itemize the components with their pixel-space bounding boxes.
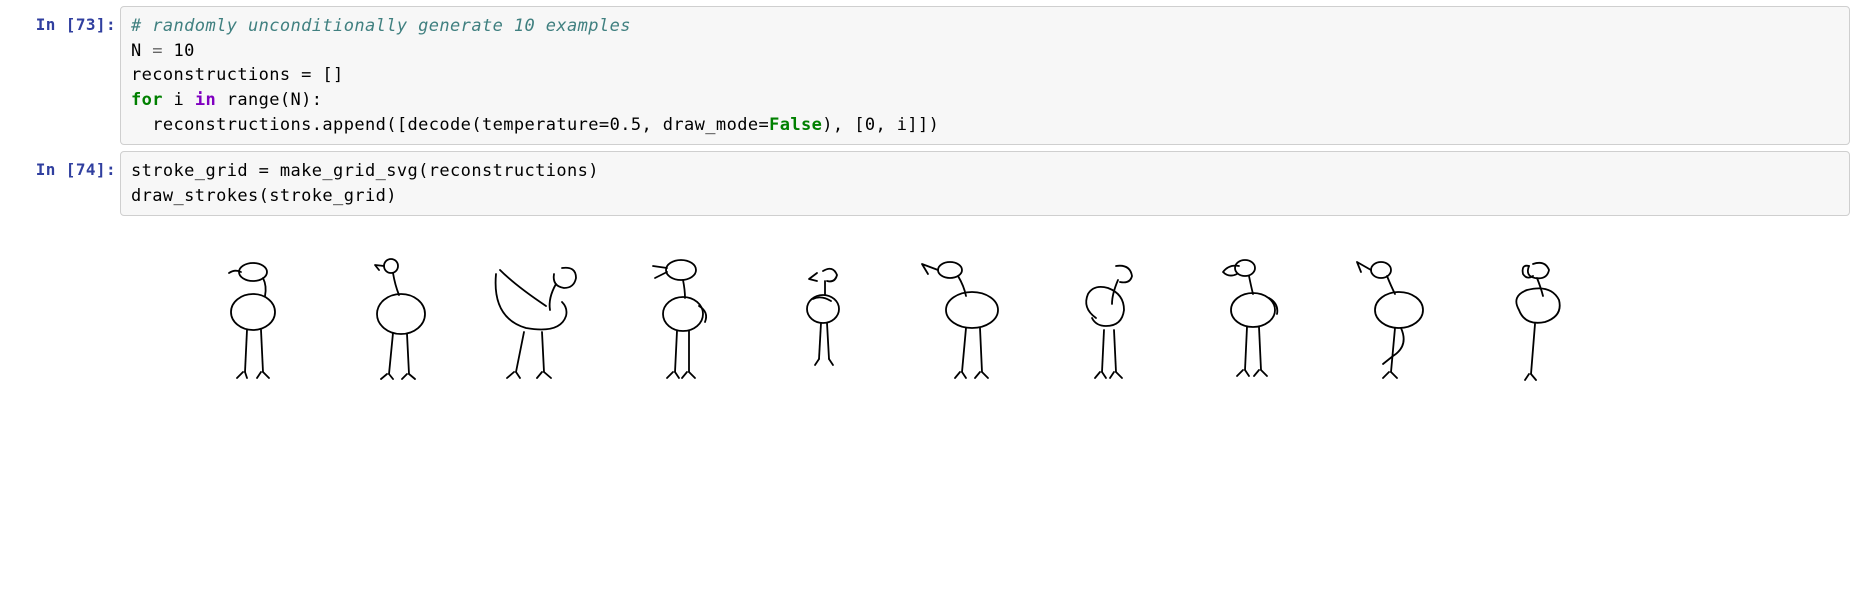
notebook: In [73]: # randomly unconditionally gene… <box>0 6 1860 404</box>
flamingo-svg-2 <box>347 254 447 384</box>
code-text-74: stroke_grid = make_grid_svg(reconstructi… <box>131 159 1839 208</box>
flamingo-svg-4 <box>631 254 731 384</box>
code-token: = <box>142 41 174 61</box>
sketch-flamingo-8 <box>1184 244 1314 394</box>
sketch-flamingo-2 <box>332 244 462 394</box>
flamingo-svg-3 <box>484 254 594 384</box>
sketch-flamingo-5 <box>758 244 888 394</box>
code-token-false: False <box>769 115 822 135</box>
code-token: reconstructions.append([decode(temperatu… <box>131 115 610 135</box>
output-area <box>120 224 1860 404</box>
sketch-flamingo-9 <box>1326 244 1456 394</box>
code-token: range(N): <box>216 90 322 110</box>
prompt-suffix: ]: <box>96 15 116 34</box>
prompt-prefix: In [ <box>36 160 76 179</box>
input-prompt-74: In [74]: <box>0 151 120 189</box>
code-token: 10 <box>174 41 195 61</box>
code-text-73: # randomly unconditionally generate 10 e… <box>131 14 1839 137</box>
prompt-number: 73 <box>76 15 96 34</box>
code-token: , i]]) <box>875 115 939 135</box>
input-prompt-73: In [73]: <box>0 6 120 44</box>
sketch-flamingo-6 <box>900 244 1030 394</box>
code-token-for: for <box>131 90 163 110</box>
flamingo-svg-10 <box>1483 254 1583 384</box>
flamingo-svg-5 <box>783 259 863 379</box>
code-token: 0.5 <box>610 115 642 135</box>
code-token: 0 <box>865 115 876 135</box>
code-token: i <box>163 90 195 110</box>
sketch-flamingo-10 <box>1468 244 1598 394</box>
flamingo-svg-7 <box>1062 254 1152 384</box>
code-token: N <box>131 41 142 61</box>
code-input-73[interactable]: # randomly unconditionally generate 10 e… <box>120 6 1850 145</box>
sketch-row <box>190 244 1850 394</box>
code-cell-74: In [74]: stroke_grid = make_grid_svg(rec… <box>0 151 1860 216</box>
flamingo-svg-9 <box>1341 254 1441 384</box>
sketch-flamingo-7 <box>1042 244 1172 394</box>
flamingo-svg-8 <box>1199 254 1299 384</box>
flamingo-svg-6 <box>910 254 1020 384</box>
code-token: , draw_mode= <box>641 115 769 135</box>
code-comment: # randomly unconditionally generate 10 e… <box>131 16 631 36</box>
code-token: reconstructions = [] <box>131 65 344 85</box>
code-cell-73: In [73]: # randomly unconditionally gene… <box>0 6 1860 145</box>
code-token: ), [ <box>822 115 865 135</box>
code-token: stroke_grid = make_grid_svg(reconstructi… <box>131 161 599 181</box>
sketch-flamingo-1 <box>190 244 320 394</box>
code-token: draw_strokes(stroke_grid) <box>131 186 397 206</box>
output-cell-74 <box>0 224 1860 404</box>
prompt-prefix: In [ <box>36 15 76 34</box>
prompt-number: 74 <box>76 160 96 179</box>
prompt-suffix: ]: <box>96 160 116 179</box>
code-token-in: in <box>195 90 216 110</box>
sketch-flamingo-3 <box>474 244 604 394</box>
sketch-flamingo-4 <box>616 244 746 394</box>
code-input-74[interactable]: stroke_grid = make_grid_svg(reconstructi… <box>120 151 1850 216</box>
flamingo-svg-1 <box>205 254 305 384</box>
